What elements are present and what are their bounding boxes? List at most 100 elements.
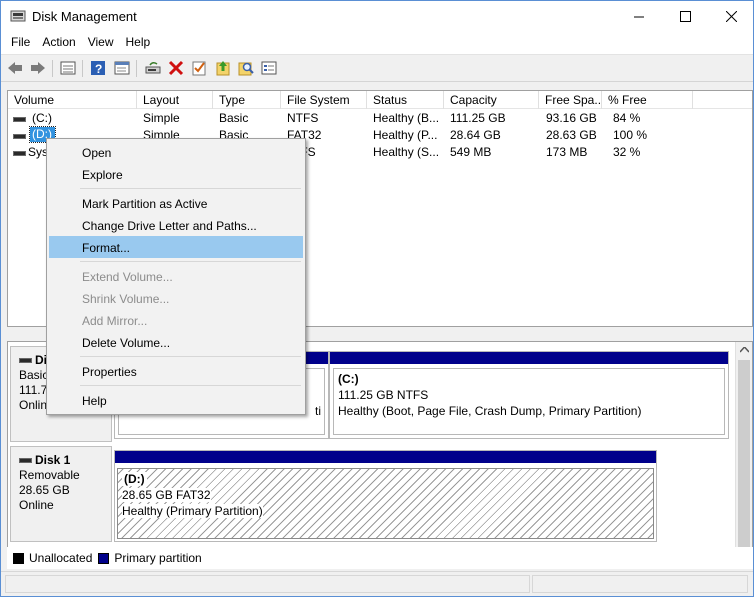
menu-help[interactable]: Help <box>120 32 157 54</box>
disk-1-label[interactable]: Disk 1 Removable 28.65 GB Online <box>10 446 112 542</box>
volume-percent-free: 32 % <box>613 145 641 159</box>
toolbar-separator <box>82 60 83 77</box>
settings-list-icon[interactable] <box>260 59 278 77</box>
forward-arrow-icon[interactable] <box>29 59 47 77</box>
disk-management-window: Disk Management File Action View Help ? <box>0 0 754 597</box>
menu-item-shrink-volume[interactable]: Shrink Volume... <box>49 287 303 309</box>
check-icon[interactable] <box>190 59 208 77</box>
svg-text:?: ? <box>95 62 102 76</box>
disk-icon <box>19 358 32 364</box>
drive-icon <box>13 117 26 122</box>
toolbar: ? <box>1 54 753 82</box>
back-arrow-icon[interactable] <box>6 59 24 77</box>
menu-file[interactable]: File <box>1 32 36 54</box>
volume-layout: Simple <box>143 111 180 125</box>
column-header-volume[interactable]: Volume <box>8 91 137 109</box>
column-header-file-system[interactable]: File System <box>281 91 367 109</box>
menu-item-help[interactable]: Help <box>49 389 303 411</box>
disk-map-scrollbar[interactable] <box>735 342 752 568</box>
list-view-icon[interactable] <box>59 59 77 77</box>
volume-list-header: Volume Layout Type File System Status Ca… <box>8 91 752 109</box>
rescan-disks-icon[interactable] <box>144 59 162 77</box>
menu-view[interactable]: View <box>82 32 120 54</box>
menu-item-delete-volume[interactable]: Delete Volume... <box>49 331 303 353</box>
menu-item-extend-volume[interactable]: Extend Volume... <box>49 265 303 287</box>
disk-type: Removable <box>19 468 80 482</box>
volume-percent-free: 84 % <box>613 111 641 125</box>
column-header-type[interactable]: Type <box>213 91 281 109</box>
partition-color-bar <box>330 352 728 364</box>
partition-detail: 111.25 GB NTFS <box>338 388 429 402</box>
close-button[interactable] <box>708 1 754 32</box>
window-title: Disk Management <box>32 9 137 24</box>
find-icon[interactable] <box>237 59 255 77</box>
disk-state: Online <box>19 498 54 512</box>
partition-name: (C:) <box>338 372 359 386</box>
toolbar-separator <box>136 60 137 77</box>
toolbar-separator <box>52 60 53 77</box>
partition-color-bar <box>115 451 656 463</box>
volume-status: Healthy (S... <box>373 145 440 159</box>
menu-item-mark-partition-active[interactable]: Mark Partition as Active <box>49 192 303 214</box>
menu-item-properties[interactable]: Properties <box>49 360 303 382</box>
volume-percent-free: 100 % <box>613 128 648 142</box>
column-header-status[interactable]: Status <box>367 91 444 109</box>
menu-item-format[interactable]: Format... <box>49 236 303 258</box>
partition-status: Healthy (Primary Partition) <box>122 504 263 518</box>
volume-name: (C:) <box>32 111 52 125</box>
partition-body-selected: (D:) 28.65 GB FAT32 Healthy (Primary Par… <box>117 468 654 539</box>
volume-status: Healthy (B... <box>373 111 440 125</box>
volume-file-system: NTFS <box>287 111 319 125</box>
scrollbar-thumb[interactable] <box>738 360 750 550</box>
menu-item-add-mirror[interactable]: Add Mirror... <box>49 309 303 331</box>
menu-item-change-drive-letter[interactable]: Change Drive Letter and Paths... <box>49 214 303 236</box>
help-icon[interactable]: ? <box>89 59 107 77</box>
partition-status: Healthy (Boot, Page File, Crash Dump, Pr… <box>338 404 642 418</box>
disk-0-partition-c[interactable]: (C:) 111.25 GB NTFS Healthy (Boot, Page … <box>329 351 729 439</box>
disk-name: Disk 1 <box>35 453 71 467</box>
partition-body: (C:) 111.25 GB NTFS Healthy (Boot, Page … <box>333 368 725 435</box>
legend-label-primary: Primary partition <box>114 551 202 565</box>
column-header-layout[interactable]: Layout <box>137 91 213 109</box>
status-panel <box>532 575 748 593</box>
partition-status-fragment: ti <box>315 404 321 418</box>
volume-free-space: 173 MB <box>546 145 588 159</box>
menu-action[interactable]: Action <box>36 32 81 54</box>
legend-label-unallocated: Unallocated <box>29 551 93 565</box>
disk-management-app-icon <box>10 9 26 23</box>
maximize-button[interactable] <box>662 1 708 32</box>
column-header-percent-free[interactable]: % Free <box>602 91 693 109</box>
volume-capacity: 111.25 GB <box>450 111 506 125</box>
import-icon[interactable] <box>214 59 232 77</box>
delete-icon[interactable] <box>167 59 185 77</box>
volume-free-space: 93.16 GB <box>546 111 597 125</box>
volume-row-c[interactable]: (C:) Simple Basic NTFS Healthy (B... 111… <box>8 110 752 127</box>
drive-icon <box>13 134 26 139</box>
title-bar: Disk Management <box>1 1 753 32</box>
menu-item-explore[interactable]: Explore <box>49 163 303 185</box>
menu-separator <box>80 385 301 386</box>
menu-separator <box>80 356 301 357</box>
column-header-capacity[interactable]: Capacity <box>444 91 539 109</box>
status-bar <box>1 571 753 596</box>
properties-icon[interactable] <box>113 59 131 77</box>
legend-swatch-primary <box>98 552 110 564</box>
disk-1-partition-d[interactable]: (D:) 28.65 GB FAT32 Healthy (Primary Par… <box>114 450 657 542</box>
menu-separator <box>80 261 301 262</box>
column-header-free-space[interactable]: Free Spa... <box>539 91 602 109</box>
partition-name: (D:) <box>122 472 147 486</box>
menu-item-open[interactable]: Open <box>49 141 303 163</box>
context-menu: Open Explore Mark Partition as Active Ch… <box>46 138 306 415</box>
minimize-button[interactable] <box>616 1 662 32</box>
volume-status: Healthy (P... <box>373 128 438 142</box>
volume-capacity: 549 MB <box>450 145 492 159</box>
drive-icon <box>13 151 26 156</box>
legend-swatch-unallocated <box>13 552 24 564</box>
status-panel <box>5 575 530 593</box>
disk-size: 28.65 GB <box>19 483 70 497</box>
volume-type: Basic <box>219 111 249 125</box>
partition-detail: 28.65 GB FAT32 <box>122 488 211 502</box>
scroll-up-icon[interactable] <box>740 347 749 353</box>
menu-separator <box>80 188 301 189</box>
disk-icon <box>19 458 32 464</box>
